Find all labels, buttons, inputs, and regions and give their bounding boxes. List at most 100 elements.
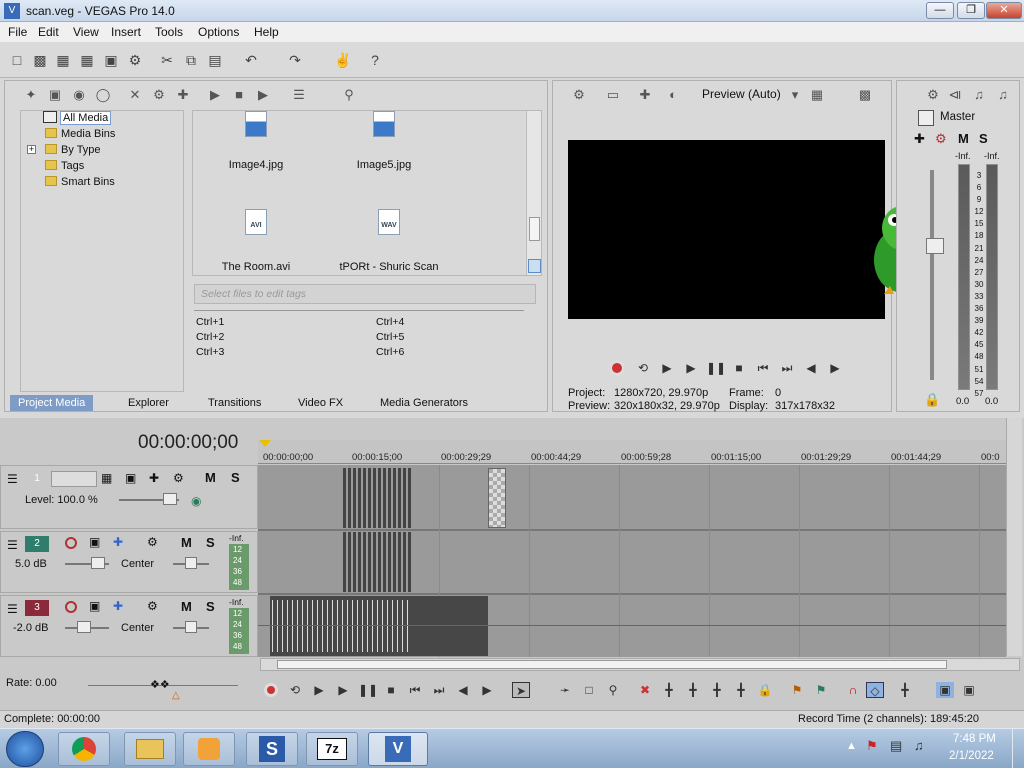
marker-icon[interactable]: ⚑	[788, 682, 806, 698]
timeline-vertical-scrollbar[interactable]	[1006, 418, 1022, 656]
loop-icon[interactable]: ⟲	[634, 360, 652, 376]
selection-tool-icon[interactable]: □	[580, 682, 598, 698]
cursor-marker-icon[interactable]	[259, 440, 271, 447]
media-fx-icon[interactable]: ⚙	[150, 86, 168, 104]
properties-gear-icon[interactable]: ⚙	[126, 51, 144, 69]
audio-clip[interactable]	[270, 596, 488, 656]
stop-icon[interactable]: ■	[230, 86, 248, 104]
track-fx-gear-icon[interactable]: ⚙	[147, 535, 158, 549]
overlays-icon[interactable]: ◐	[664, 86, 682, 104]
record-icon[interactable]	[609, 360, 625, 376]
video-clip[interactable]	[342, 468, 412, 528]
redo-icon[interactable]: ↷	[286, 51, 304, 69]
chevron-down-icon[interactable]: ▾	[786, 86, 804, 104]
split-icon[interactable]: ╋	[732, 682, 750, 698]
tray-flag-icon[interactable]: ⚑	[866, 738, 878, 754]
import-media-icon[interactable]: ✦	[22, 86, 40, 104]
play-icon[interactable]: ▶	[334, 682, 352, 698]
media-scrollbar[interactable]	[526, 111, 541, 275]
arm-record-icon[interactable]	[65, 537, 77, 549]
maximize-button[interactable]: ❐	[957, 2, 985, 19]
paste-icon[interactable]: ▤	[206, 51, 224, 69]
extract-audio-icon[interactable]: ◉	[70, 86, 88, 104]
track-motion-icon[interactable]: ▣	[125, 471, 136, 485]
trim-icon[interactable]: ╋	[684, 682, 702, 698]
media-item[interactable]: WAV tPORt - Shuric Scan	[324, 209, 454, 273]
menu-insert[interactable]: Insert	[111, 25, 141, 39]
track-fx-gear-icon[interactable]: ⚙	[173, 471, 184, 485]
master-settings-gear-icon[interactable]: ⚙	[924, 86, 942, 104]
play-icon[interactable]: ▶	[682, 360, 700, 376]
image-clip[interactable]	[488, 468, 506, 528]
drag-handle-icon[interactable]: ☰	[7, 472, 18, 486]
menu-file[interactable]: File	[8, 25, 27, 39]
solo-button[interactable]: S	[206, 535, 215, 550]
bypass-fx-icon[interactable]: ✚	[113, 599, 123, 613]
tab-transitions[interactable]: Transitions	[200, 395, 269, 411]
timeline-horizontal-scrollbar[interactable]	[260, 658, 1020, 671]
ripple-edit-icon[interactable]: ╋	[896, 682, 914, 698]
tray-network-icon[interactable]: ▤	[890, 738, 902, 754]
scroll-down-icon[interactable]	[528, 259, 541, 273]
tab-media-generators[interactable]: Media Generators	[372, 395, 476, 411]
help-icon[interactable]: ?	[366, 51, 384, 69]
master-mute-button[interactable]: M	[958, 131, 969, 146]
tags-input[interactable]: Select files to edit tags	[194, 284, 536, 304]
pause-icon[interactable]: ❚❚	[358, 682, 378, 698]
snapping-icon[interactable]: ∩	[844, 682, 862, 698]
delete-icon[interactable]: ✖	[636, 682, 654, 698]
hand-tool-icon[interactable]: ✌	[334, 51, 352, 69]
mute-speaker-icon[interactable]: ♫	[994, 86, 1012, 104]
new-icon[interactable]: □	[8, 51, 26, 69]
pan-slider-thumb[interactable]	[185, 557, 197, 569]
track-fx-gear-icon[interactable]: ⚙	[147, 599, 158, 613]
compositing-icon[interactable]: ▦	[101, 471, 112, 485]
menu-view[interactable]: View	[73, 25, 99, 39]
search-icon[interactable]: ⚲	[340, 86, 358, 104]
media-item[interactable]: Image5.jpg	[324, 111, 444, 171]
master-fx-icon[interactable]	[918, 110, 934, 126]
auto-crossfade-icon[interactable]: ◇	[866, 682, 884, 698]
taskbar-vegas[interactable]: V	[368, 732, 428, 766]
stop-icon[interactable]: ■	[730, 360, 748, 376]
media-item[interactable]: AVI The Room.avi	[196, 209, 316, 273]
downmix-icon[interactable]: ⧏	[946, 86, 964, 104]
phase-icon[interactable]: ▣	[89, 535, 100, 549]
scrollbar-thumb[interactable]	[529, 217, 540, 241]
master-fader-thumb[interactable]	[926, 238, 944, 254]
solo-button[interactable]: S	[206, 599, 215, 614]
save-as-icon[interactable]: ▦	[78, 51, 96, 69]
trim-end-icon[interactable]: ╋	[708, 682, 726, 698]
lock-icon[interactable]: 🔒	[756, 682, 774, 698]
drag-handle-icon[interactable]: ☰	[7, 602, 18, 616]
mute-button[interactable]: M	[205, 470, 216, 485]
preview-settings-gear-icon[interactable]: ⚙	[570, 86, 588, 104]
trim-start-icon[interactable]: ╋	[660, 682, 678, 698]
composite-mode-icon[interactable]: ◉	[191, 494, 201, 508]
level-slider-thumb[interactable]	[163, 493, 177, 505]
save-icon[interactable]: ▦	[54, 51, 72, 69]
tree-item-media-bins[interactable]: Media Bins	[61, 128, 115, 140]
taskbar-app-s[interactable]: S	[246, 732, 298, 766]
lock-envelopes-icon[interactable]: ▣	[936, 682, 954, 698]
mute-button[interactable]: M	[181, 599, 192, 614]
go-to-start-icon[interactable]: ⏮	[754, 360, 772, 376]
envelope-tool-icon[interactable]: ➛	[556, 682, 574, 698]
render-icon[interactable]: ▣	[102, 51, 120, 69]
zoom-tool-icon[interactable]: ⚲	[604, 682, 622, 698]
speaker-icon[interactable]: ♫	[970, 86, 988, 104]
rate-slider-thumb[interactable]: ❖❖	[150, 678, 170, 691]
menu-tools[interactable]: Tools	[155, 25, 183, 39]
go-to-end-icon[interactable]: ⏭	[430, 682, 448, 698]
split-screen-icon[interactable]: ✚	[636, 86, 654, 104]
next-frame-icon[interactable]: ▶	[478, 682, 496, 698]
views-icon[interactable]: ☰	[290, 86, 308, 104]
external-monitor-icon[interactable]: ▭	[604, 86, 622, 104]
taskbar-media-player[interactable]	[183, 732, 235, 766]
go-to-start-icon[interactable]: ⏮	[406, 682, 424, 698]
previous-frame-icon[interactable]: ◀	[802, 360, 820, 376]
taskbar-chrome[interactable]	[58, 732, 110, 766]
fx-gear-icon[interactable]: ⚙	[935, 131, 947, 147]
pan-icon[interactable]: ✚	[914, 131, 925, 147]
mute-button[interactable]: M	[181, 535, 192, 550]
